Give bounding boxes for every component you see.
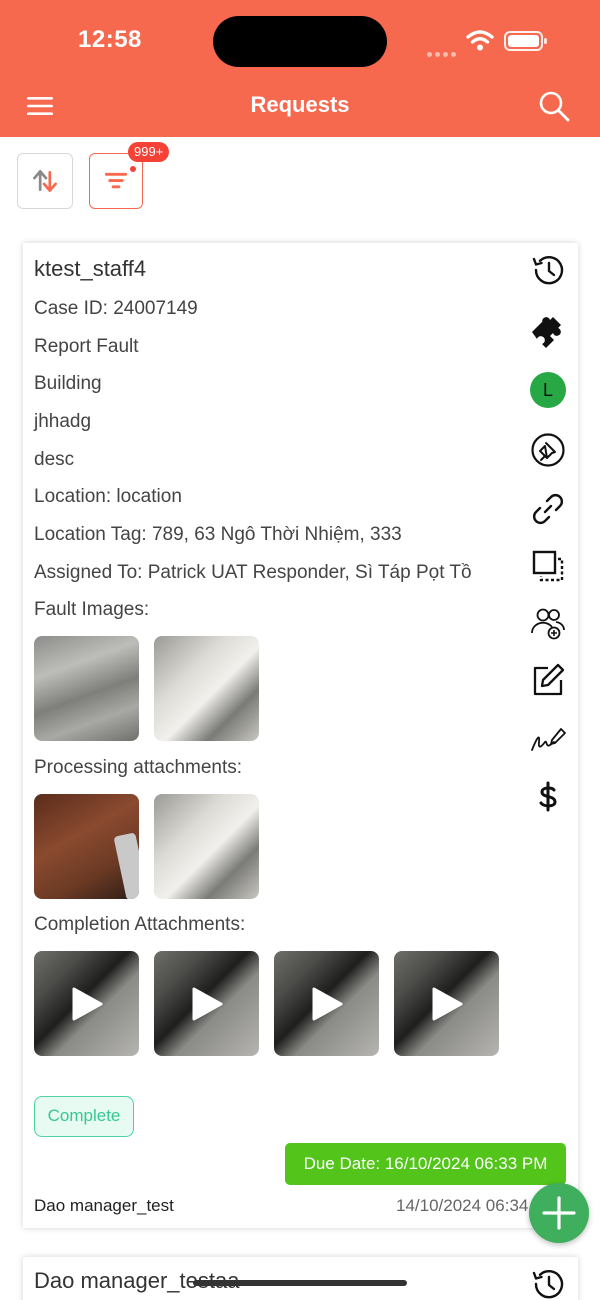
processing-image-2[interactable] bbox=[154, 794, 259, 899]
request-category: Building bbox=[34, 373, 102, 394]
request-description: desc bbox=[34, 449, 75, 470]
sort-icon bbox=[33, 170, 57, 192]
processing-attachments-label: Processing attachments: bbox=[34, 757, 243, 778]
sort-button[interactable] bbox=[17, 153, 73, 209]
completion-video-3[interactable] bbox=[274, 951, 379, 1056]
location-tag: Location Tag: 789, 63 Ngô Thời Nhiệm, 33… bbox=[34, 524, 402, 545]
link-icon[interactable] bbox=[528, 489, 568, 529]
battery-icon bbox=[504, 31, 547, 51]
play-icon bbox=[432, 987, 463, 1021]
page-title: Requests bbox=[250, 92, 350, 117]
request-subject: jhhadg bbox=[34, 411, 92, 432]
avatar[interactable]: L bbox=[530, 372, 566, 408]
history-icon[interactable] bbox=[528, 1264, 568, 1300]
dollar-icon[interactable] bbox=[528, 777, 568, 817]
pin-icon[interactable] bbox=[528, 430, 568, 470]
cellular-signal-icon bbox=[427, 44, 461, 57]
dynamic-island bbox=[213, 16, 387, 67]
copy-icon[interactable] bbox=[528, 546, 568, 586]
request-created-date: 14/10/2024 06:34 bbox=[396, 1196, 529, 1215]
puzzle-icon[interactable] bbox=[528, 310, 568, 350]
plus-icon bbox=[542, 1196, 576, 1230]
completion-attachments-label: Completion Attachments: bbox=[34, 914, 246, 935]
filter-icon bbox=[104, 172, 128, 189]
completion-video-2[interactable] bbox=[154, 951, 259, 1056]
fault-images-label: Fault Images: bbox=[34, 599, 150, 620]
wifi-icon bbox=[466, 30, 494, 51]
assigned-to: Assigned To: Patrick UAT Responder, Sì T… bbox=[34, 562, 472, 583]
request-author: Dao manager_test bbox=[34, 1196, 174, 1215]
case-id: Case ID: 24007149 bbox=[34, 298, 198, 319]
add-request-button[interactable] bbox=[529, 1183, 589, 1243]
processing-image-1[interactable] bbox=[34, 794, 139, 899]
completion-video-4[interactable] bbox=[394, 951, 499, 1056]
badge-dot bbox=[130, 166, 136, 172]
history-icon[interactable] bbox=[528, 250, 568, 290]
search-icon[interactable] bbox=[538, 90, 570, 122]
request-title: ktest_staff4 bbox=[34, 256, 147, 281]
play-icon bbox=[192, 987, 223, 1021]
status-time: 12:58 bbox=[78, 26, 142, 53]
request-type: Report Fault bbox=[34, 336, 139, 357]
play-icon bbox=[312, 987, 343, 1021]
filter-count-badge: 999+ bbox=[128, 142, 170, 162]
due-date-badge: Due Date: 16/10/2024 06:33 PM bbox=[285, 1143, 566, 1185]
play-icon bbox=[72, 987, 103, 1021]
edit-icon[interactable] bbox=[528, 660, 568, 700]
fault-image-1[interactable] bbox=[34, 636, 139, 741]
home-indicator[interactable] bbox=[193, 1280, 407, 1286]
request-location: Location: location bbox=[34, 486, 182, 507]
status-badge: Complete bbox=[34, 1096, 134, 1137]
group-add-icon[interactable] bbox=[528, 602, 568, 642]
fault-image-2[interactable] bbox=[154, 636, 259, 741]
completion-video-1[interactable] bbox=[34, 951, 139, 1056]
signature-icon[interactable] bbox=[528, 720, 568, 760]
